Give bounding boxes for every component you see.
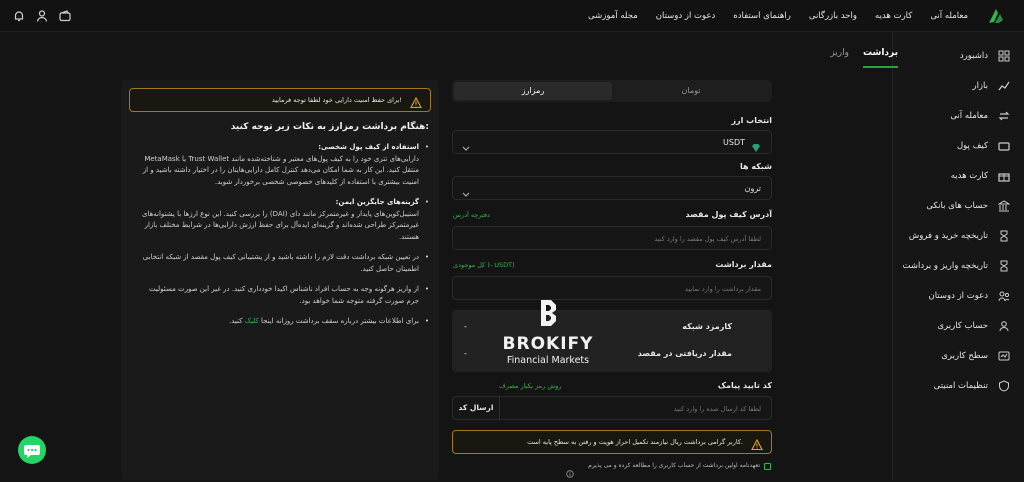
- bank-icon: [997, 200, 1011, 212]
- nav-magazine[interactable]: مجله آموزشی: [588, 11, 638, 21]
- wallet-icon[interactable]: [58, 8, 72, 22]
- level-icon: [998, 350, 1010, 362]
- nav-guide[interactable]: راهنمای استفاده: [733, 11, 791, 21]
- sidebar: داشبورد بازار معامله آنی کیف پول کارت هد…: [892, 32, 1024, 480]
- invite-icon: [998, 290, 1010, 302]
- segment-crypto[interactable]: رمزارز: [454, 82, 612, 100]
- otp-method-link[interactable]: روش رمز یکبار مصرف: [499, 382, 562, 390]
- deposit-withdraw-tabs: برداشت واریز: [830, 48, 898, 68]
- nav-gift-card[interactable]: کارت هدیه: [875, 11, 912, 21]
- top-icons: [12, 8, 72, 22]
- history-icon: [998, 260, 1010, 272]
- nav-business-unit[interactable]: واحد بازرگانی: [809, 11, 857, 21]
- tab-deposit[interactable]: واریز: [830, 48, 849, 68]
- kyc-notice: کاربر گرامی برداشت ریال نیازمند تکمیل اح…: [452, 430, 772, 454]
- tips-title: هنگام برداشت رمزارز به نکات زیر توجه کنی…: [230, 122, 429, 132]
- sidebar-item-trade-history[interactable]: تاریخچه خرید و فروش: [909, 228, 1010, 244]
- brokify-logo-icon: [541, 300, 556, 326]
- top-bar: معامله آنی کارت هدیه واحد بازرگانی راهنم…: [0, 0, 1024, 32]
- network-select[interactable]: ترون: [452, 176, 772, 200]
- sidebar-item-instant-trade[interactable]: معامله آنی: [950, 108, 1010, 124]
- tip-item: گزینه‌های جایگزین ایمن: استیبل‌کوین‌های …: [139, 197, 429, 243]
- sidebar-item-wallet[interactable]: کیف پول: [957, 138, 1010, 154]
- top-nav: معامله آنی کارت هدیه واحد بازرگانی راهنم…: [588, 0, 968, 32]
- address-input[interactable]: لطفا آدرس کیف پول مقصد را وارد کنید: [452, 226, 772, 250]
- currency-label: انتخاب ارز: [731, 116, 772, 125]
- sms-code-input[interactable]: لطفا کد ارسال شده را وارد کنید: [499, 396, 772, 420]
- address-label: آدرس کیف پول مقصد: [685, 210, 772, 219]
- tip-item: از واریز هرگونه وجه به حساب افراد ناشناس…: [139, 284, 429, 307]
- info-icon[interactable]: [566, 463, 574, 478]
- security-warning: برای حفظ امنیت دارایی خود لطفا توجه فرما…: [129, 88, 431, 112]
- amount-label: مقدار برداشت: [715, 260, 772, 269]
- tips-panel: برای حفظ امنیت دارایی خود لطفا توجه فرما…: [121, 80, 439, 480]
- brand-logo-icon[interactable]: [986, 6, 1006, 26]
- daily-limit-link[interactable]: کلیک: [245, 317, 259, 325]
- user-icon[interactable]: [35, 8, 49, 22]
- tip-item: در تعیین شبکه برداشت دقت لازم را داشته ب…: [139, 252, 429, 275]
- brand-subtitle: Financial Markets: [506, 355, 590, 366]
- agree-checkbox[interactable]: [764, 463, 771, 470]
- currency-select[interactable]: USDT: [452, 130, 772, 154]
- sidebar-item-account[interactable]: حساب کاربری: [937, 318, 1010, 334]
- nav-invite-friends[interactable]: دعوت از دوستان: [656, 11, 716, 21]
- agree-text: تعهدنامه اولین برداشت از حساب کاربری را …: [588, 462, 760, 469]
- currency-type-toggle: تومان رمزارز: [452, 80, 772, 102]
- tab-withdraw[interactable]: برداشت: [862, 48, 898, 68]
- sidebar-item-dashboard[interactable]: داشبورد: [960, 48, 1010, 64]
- segment-toman[interactable]: تومان: [612, 82, 770, 100]
- send-code-button[interactable]: ارسال کد: [452, 396, 500, 420]
- network-fee-value: -: [464, 322, 467, 331]
- tips-list: استفاده از کیف پول شخصی: دارایی‌های تتری…: [139, 142, 429, 337]
- gift-card-icon: [998, 170, 1010, 182]
- currency-value: USDT: [723, 138, 745, 147]
- sms-code-label: کد تایید پیامک: [717, 381, 772, 390]
- sidebar-item-user-level[interactable]: سطح کاربری: [941, 348, 1010, 364]
- nav-instant-trade[interactable]: معامله آنی: [930, 11, 968, 21]
- sidebar-item-gift-card[interactable]: کارت هدیه: [951, 168, 1010, 184]
- bell-icon[interactable]: [12, 8, 26, 22]
- sidebar-item-deposit-withdraw-history[interactable]: تاریخچه واریز و برداشت: [903, 258, 1010, 274]
- network-fee-label: کارمزد شبکه: [682, 322, 732, 331]
- instant-trade-icon: [998, 110, 1010, 122]
- warning-icon: [410, 94, 422, 109]
- tip-item: استفاده از کیف پول شخصی: دارایی‌های تتری…: [139, 142, 429, 188]
- user-icon: [998, 320, 1010, 332]
- market-icon: [998, 80, 1010, 92]
- warning-icon: [751, 436, 763, 451]
- receive-amount-label: مقدار دریافتی در مقصد: [637, 349, 732, 358]
- history-icon: [998, 230, 1010, 242]
- chat-icon: [24, 445, 40, 458]
- amount-input[interactable]: مقدار برداشت را وارد نمایید: [452, 276, 772, 300]
- dashboard-icon: [998, 50, 1010, 62]
- address-book-link[interactable]: دفترچه آدرس: [453, 211, 490, 219]
- receive-amount-value: -: [464, 349, 467, 358]
- chevron-down-icon: [461, 138, 471, 151]
- security-icon: [998, 380, 1010, 392]
- brand-name: BROKIFY: [502, 334, 594, 354]
- chevron-down-icon: [461, 184, 471, 197]
- sidebar-item-market[interactable]: بازار: [972, 78, 1010, 94]
- sidebar-item-invite[interactable]: دعوت از دوستان: [928, 288, 1010, 304]
- support-chat-button[interactable]: [18, 436, 46, 464]
- network-value: ترون: [744, 184, 761, 193]
- total-balance-link[interactable]: کل موجودی (- USDT): [453, 261, 515, 269]
- wallet-icon: [998, 140, 1010, 152]
- network-label: شبکه ها: [740, 162, 772, 171]
- tether-icon: [751, 138, 761, 152]
- tip-item: برای اطلاعات بیشتر درباره سقف برداشت روز…: [139, 316, 429, 328]
- sidebar-item-security[interactable]: تنظیمات امنیتی: [934, 378, 1010, 394]
- sidebar-item-bank-accounts[interactable]: حساب های بانکی: [926, 198, 1011, 214]
- brokify-watermark: BROKIFY Financial Markets: [500, 298, 596, 368]
